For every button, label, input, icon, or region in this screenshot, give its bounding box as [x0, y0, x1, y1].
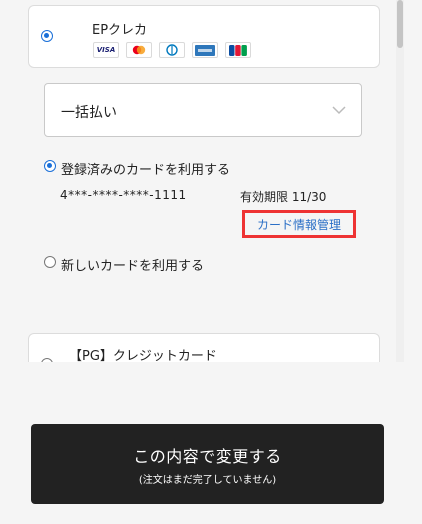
ep-credit-radio[interactable]	[41, 30, 53, 42]
new-card-radio[interactable]	[44, 256, 56, 268]
mastercard-icon	[126, 42, 152, 58]
card-brand-logos: VISA	[93, 42, 251, 58]
installment-select[interactable]: 一括払い	[44, 83, 362, 137]
chevron-down-icon	[332, 106, 346, 115]
amex-icon	[192, 42, 218, 58]
registered-card-radio[interactable]	[44, 160, 56, 172]
installment-select-value: 一括払い	[61, 105, 117, 121]
confirm-change-label: この内容で変更する	[133, 446, 282, 466]
scrollbar-track[interactable]	[396, 0, 404, 362]
payment-options-scroll-area[interactable]: EPクレカ VISA 一括払い 登録済みのカードを利用する 4***-****-…	[0, 0, 422, 362]
card-number: 4***-****-****-1111	[60, 188, 187, 202]
card-expiry: 有効期限 11/30	[240, 190, 327, 204]
card-management-link[interactable]: カード情報管理	[242, 210, 356, 238]
order-not-complete-note: (注文はまだ完了していません)	[138, 474, 277, 486]
jcb-icon	[225, 42, 251, 58]
registered-card-label[interactable]: 登録済みのカードを利用する	[61, 159, 230, 178]
scrollbar-thumb[interactable]	[397, 0, 403, 48]
confirm-change-button[interactable]: この内容で変更する (注文はまだ完了していません)	[31, 424, 384, 504]
ep-credit-label: EPクレカ	[92, 23, 148, 38]
pg-credit-card-option[interactable]: 【PG】クレジットカード	[28, 333, 380, 362]
visa-icon: VISA	[93, 42, 119, 58]
pg-credit-label: 【PG】クレジットカード	[69, 349, 217, 362]
ep-credit-card-option[interactable]: EPクレカ VISA	[28, 5, 380, 68]
diners-icon	[159, 42, 185, 58]
new-card-label[interactable]: 新しいカードを利用する	[61, 255, 204, 274]
